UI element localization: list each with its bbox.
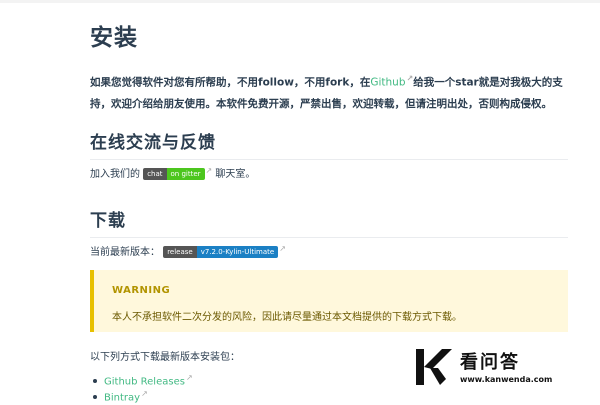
intro-paragraph: 如果您觉得软件对您有所帮助，不用follow，不用fork，在Github↗给我… (90, 68, 568, 115)
warning-box: WARNING 本人不承担软件二次分发的风险，因此请尽量通过本文档提供的下载方式… (90, 270, 568, 332)
warning-text: 本人不承担软件二次分发的风险，因此请尽量通过本文档提供的下载方式下载。 (112, 312, 462, 323)
intro-text-1: 如果您觉得软件对您有所帮助，不用follow，不用fork，在 (90, 76, 371, 89)
badge-label: release (163, 246, 197, 258)
gitter-chat-badge[interactable]: chat on gitter (143, 168, 205, 180)
warning-title: WARNING (112, 285, 171, 296)
kanwenda-logo-icon (416, 349, 452, 385)
top-divider (0, 0, 600, 3)
chat-line: 加入我们的 chat on gitter ↗ 聊天室。 (90, 165, 255, 180)
external-link-icon: ↗ (279, 243, 286, 253)
release-badge[interactable]: release v7.2.0-Kylin-Ultimate (163, 246, 279, 258)
watermark: 看问答 www.kanwenda.com (412, 344, 562, 390)
page-title: 安装 (90, 25, 138, 51)
version-label: 当前最新版本： (90, 247, 160, 258)
chat-suffix: 聊天室。 (215, 169, 256, 180)
external-link-icon: ↗ (141, 389, 148, 398)
watermark-url: www.kanwenda.com (460, 375, 553, 384)
badge-value: v7.2.0-Kylin-Ultimate (196, 246, 279, 258)
badge-label: chat (143, 168, 167, 180)
section-heading-feedback: 在线交流与反馈 (90, 128, 568, 160)
github-releases-link[interactable]: Github Releases (104, 376, 185, 387)
external-link-icon: ↗ (185, 373, 193, 382)
chat-prefix: 加入我们的 (90, 169, 140, 180)
section-heading-download: 下载 (90, 206, 568, 238)
github-link[interactable]: Github (370, 77, 405, 89)
bintray-link[interactable]: Bintray (104, 392, 140, 403)
list-item: Github Releases↗ (93, 373, 193, 389)
external-link-icon: ↗ (205, 165, 213, 175)
download-methods-label: 以下列方式下载最新版本安装包： (90, 352, 240, 363)
watermark-title: 看问答 (460, 352, 520, 373)
list-item: Bintray↗ (93, 389, 193, 405)
version-line: 当前最新版本： release v7.2.0-Kylin-Ultimate ↗ (90, 243, 286, 258)
download-links-list: Github Releases↗ Bintray↗ (93, 373, 193, 405)
badge-value: on gitter (166, 168, 205, 180)
